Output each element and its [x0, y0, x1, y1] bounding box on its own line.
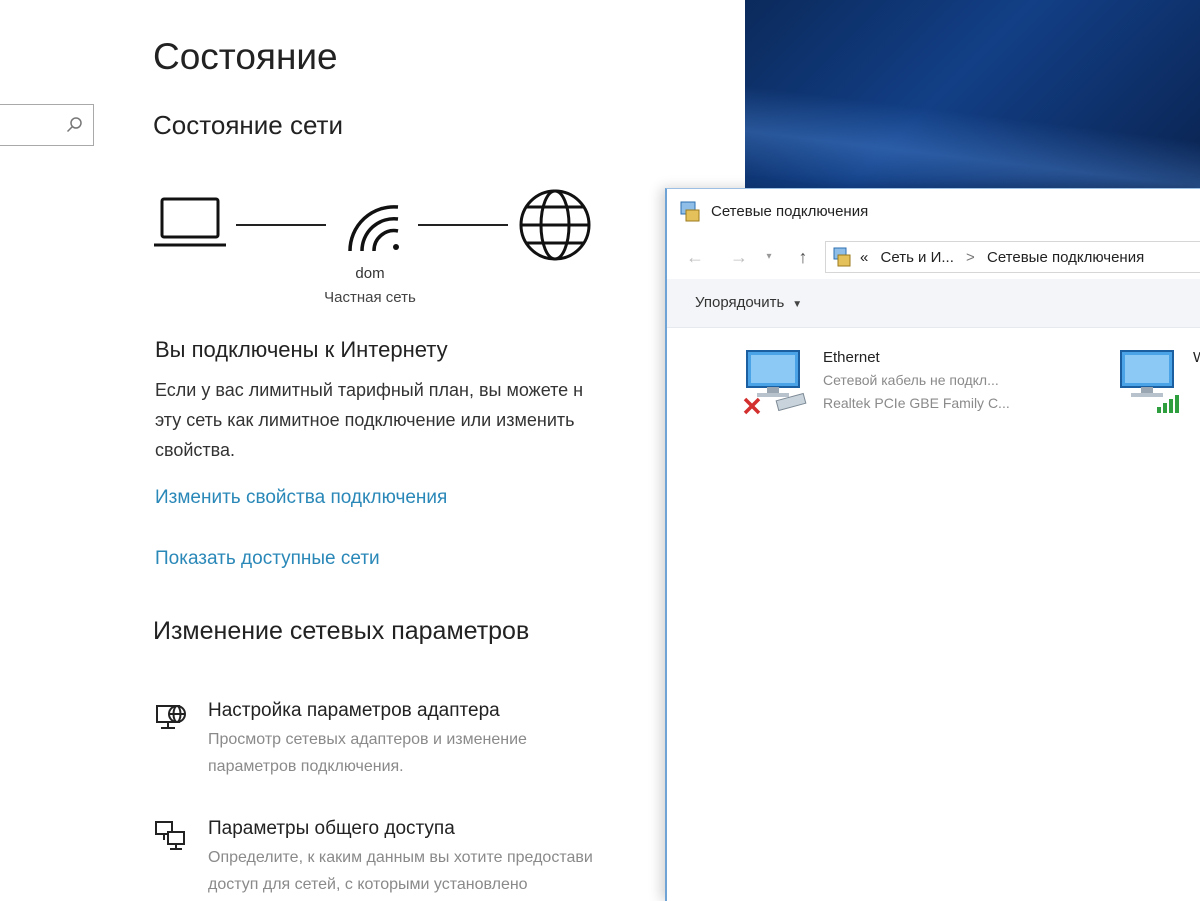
- recent-locations-chevron-icon[interactable]: ▾: [763, 247, 775, 267]
- sharing-options-link[interactable]: Параметры общего доступа: [208, 818, 455, 840]
- settings-window: Состояние Состояние сети dom Частная сет…: [0, 0, 745, 900]
- adapter-device: Realtek PCIe GBE Family C...: [823, 395, 1010, 411]
- description-line: Если у вас лимитный тарифный план, вы мо…: [155, 380, 584, 400]
- organize-button[interactable]: Упорядочить ▼: [695, 294, 802, 311]
- breadcrumb-item[interactable]: Сеть и И...: [881, 249, 954, 266]
- change-connection-properties-link[interactable]: Изменить свойства подключения: [155, 487, 447, 509]
- network-connections-window: Сетевые подключения ← → ▾ ↑ « Сеть и И..…: [665, 188, 1200, 901]
- adapter-settings-icon[interactable]: [153, 700, 189, 736]
- wireless-adapter-icon: [1120, 350, 1179, 413]
- adapter-item-wireless[interactable]: W: [1117, 347, 1200, 417]
- show-available-networks-link[interactable]: Показать доступные сети: [155, 548, 380, 570]
- address-bar[interactable]: « Сеть и И... > Сетевые подключения: [825, 241, 1200, 273]
- description-line: Определите, к каким данным вы хотите пре…: [208, 849, 593, 866]
- network-status-heading: Состояние сети: [153, 110, 343, 140]
- ethernet-adapter-icon: [743, 350, 807, 415]
- breadcrumb: « Сеть и И... > Сетевые подключения: [860, 249, 1144, 266]
- search-box[interactable]: [0, 104, 94, 146]
- sharing-options-description: Определите, к каким данным вы хотите пре…: [208, 844, 668, 898]
- network-folder-icon: [680, 201, 700, 222]
- change-network-settings-heading: Изменение сетевых параметров: [153, 617, 530, 645]
- breadcrumb-item[interactable]: Сетевые подключения: [987, 249, 1144, 266]
- wallpaper-light-beam: [745, 81, 1200, 190]
- organize-label: Упорядочить: [695, 294, 785, 311]
- search-input[interactable]: [3, 113, 63, 139]
- adapter-name: W: [1193, 349, 1200, 366]
- description-line: параметров подключения.: [208, 758, 404, 775]
- window-title: Сетевые подключения: [711, 203, 869, 220]
- adapter-settings-link[interactable]: Настройка параметров адаптера: [208, 700, 500, 722]
- page-title: Состояние: [153, 36, 338, 77]
- wifi-icon: [348, 205, 399, 252]
- globe-icon: [519, 189, 591, 261]
- adapter-name: Ethernet: [823, 349, 880, 366]
- connection-status-description: Если у вас лимитный тарифный план, вы мо…: [155, 375, 685, 465]
- breadcrumb-overflow[interactable]: «: [860, 249, 868, 266]
- adapter-status: Сетевой кабель не подкл...: [823, 372, 999, 388]
- network-name: dom: [355, 265, 385, 282]
- description-line: Просмотр сетевых адаптеров и изменение: [208, 731, 527, 748]
- chevron-down-icon: ▼: [792, 299, 803, 310]
- breadcrumb-separator: >: [966, 249, 975, 266]
- command-bar: Упорядочить ▼: [667, 279, 1200, 328]
- description-line: эту сеть как лимитное подключение или из…: [155, 410, 575, 430]
- description-line: доступ для сетей, с которыми установлено: [208, 876, 528, 893]
- navigation-bar: ← → ▾ ↑ « Сеть и И... > Сетевые подключе…: [667, 235, 1200, 279]
- window-titlebar[interactable]: Сетевые подключения: [667, 189, 1200, 235]
- network-folder-icon: [833, 247, 851, 267]
- back-arrow-icon[interactable]: ←: [685, 247, 705, 267]
- laptop-icon: [154, 197, 226, 247]
- adapter-item-ethernet[interactable]: Ethernet Сетевой кабель не подкл... Real…: [743, 347, 1053, 417]
- sharing-options-icon[interactable]: [153, 818, 189, 854]
- desktop-wallpaper: [745, 0, 1200, 190]
- connection-status-title: Вы подключены к Интернету: [155, 337, 448, 362]
- description-line: свойства.: [155, 440, 236, 460]
- up-arrow-icon[interactable]: ↑: [793, 247, 813, 267]
- network-type: Частная сеть: [324, 289, 416, 306]
- search-icon[interactable]: [65, 116, 83, 134]
- adapter-settings-description: Просмотр сетевых адаптеров и изменение п…: [208, 726, 668, 780]
- forward-arrow-icon[interactable]: →: [729, 247, 749, 267]
